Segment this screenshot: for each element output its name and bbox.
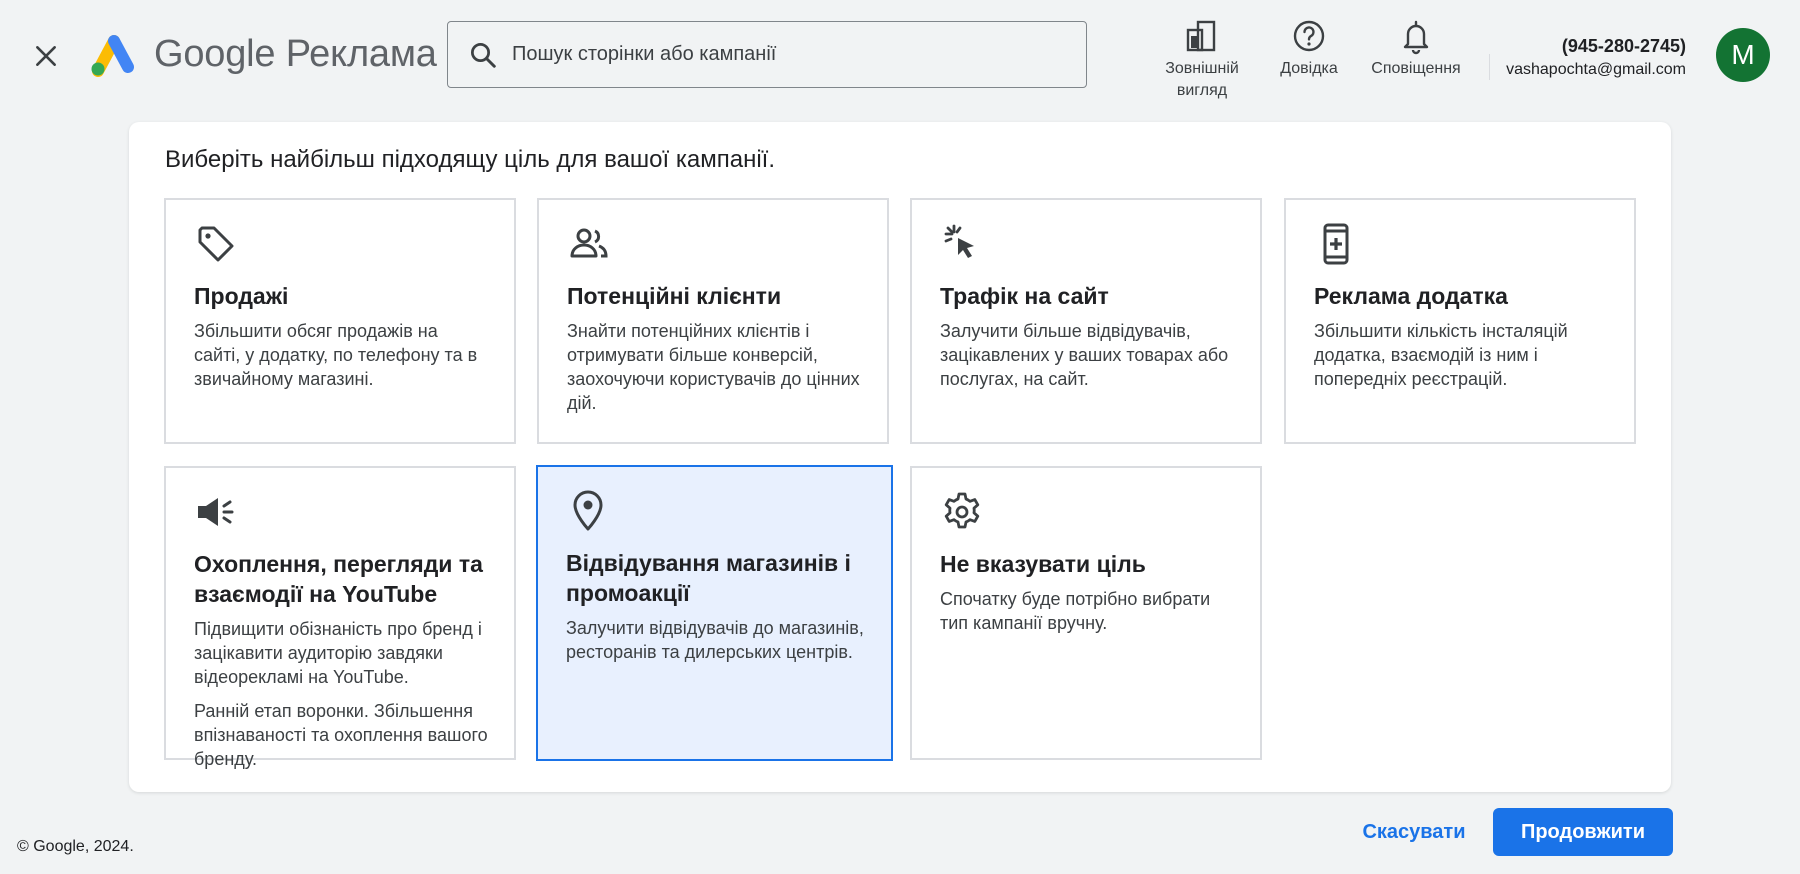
goal-tile-app-promotion[interactable]: Реклама додатка Збільшити кількість інст… [1284, 198, 1636, 444]
logo-text: Google Реклама [154, 33, 437, 76]
goal-description-extra: Ранній етап воронки. Збільшення впізнава… [194, 701, 488, 769]
account-email: vashapochta@gmail.com [1506, 61, 1686, 78]
goal-description: Збільшити кількість інсталяцій додатка, … [1314, 321, 1568, 389]
logo-brand: Google [154, 32, 276, 75]
help-button[interactable]: Довідка [1272, 16, 1346, 80]
copyright: © Google, 2024. [17, 838, 134, 855]
goal-description: Спочатку буде потрібно вибрати тип кампа… [940, 589, 1211, 633]
account-info[interactable]: (945-280-2745) vashapochta@gmail.com [1506, 34, 1686, 82]
tag-icon [198, 226, 234, 262]
goal-title: Охоплення, перегляди та взаємодії на You… [194, 551, 483, 607]
goal-tile-no-goal[interactable]: Не вказувати ціль Спочатку буде потрібно… [910, 466, 1262, 760]
avatar[interactable]: M [1716, 28, 1770, 82]
gear-icon [944, 492, 980, 529]
help-label: Довідка [1280, 60, 1338, 77]
help-icon [1293, 20, 1325, 52]
notifications-button[interactable]: Сповіщення [1366, 16, 1466, 80]
bell-icon [1403, 20, 1429, 55]
goal-title: Відвідування магазинів і промоакції [566, 550, 851, 606]
people-icon [570, 228, 608, 258]
goal-title: Потенційні клієнти [567, 283, 782, 309]
logo-product: Реклама [285, 32, 437, 75]
megaphone-icon [198, 498, 234, 526]
top-bar: Google Реклама Зовнішній вигляд Довідка [0, 0, 1800, 110]
goal-description: Залучити відвідувачів до магазинів, рест… [566, 618, 864, 662]
phone-app-icon [1323, 223, 1349, 265]
search-icon [471, 42, 496, 68]
close-button[interactable] [28, 38, 64, 74]
goal-title: Не вказувати ціль [940, 551, 1146, 577]
goal-title: Трафік на сайт [940, 283, 1109, 309]
search-box[interactable] [447, 21, 1087, 88]
cursor-click-icon [944, 224, 974, 258]
goal-description: Збільшити обсяг продажів на сайті, у дод… [194, 321, 478, 389]
goal-selection-card: Виберіть найбільш підходящу ціль для ваш… [129, 122, 1671, 792]
goal-tile-leads[interactable]: Потенційні клієнти Знайти потенційних кл… [537, 198, 889, 444]
goal-description: Залучити більше відвідувачів, зацікавлен… [940, 321, 1229, 389]
continue-button[interactable]: Продовжити [1493, 808, 1673, 856]
goal-title: Реклама додатка [1314, 283, 1508, 309]
location-pin-icon [573, 490, 603, 531]
notifications-label: Сповіщення [1371, 60, 1461, 77]
goal-tile-sales[interactable]: Продажі Збільшити обсяг продажів на сайт… [164, 198, 516, 444]
account-phone: (945-280-2745) [1561, 36, 1686, 56]
goal-description: Підвищити обізнаність про бренд і заціка… [194, 619, 482, 687]
appearance-button[interactable]: Зовнішній вигляд [1160, 16, 1244, 102]
appearance-label: Зовнішній вигляд [1165, 60, 1239, 99]
goal-tile-youtube-reach[interactable]: Охоплення, перегляди та взаємодії на You… [164, 466, 516, 769]
google-ads-logo[interactable]: Google Реклама [88, 30, 437, 78]
goal-tile-store-visits[interactable]: Відвідування магазинів і промоакції Залу… [536, 465, 893, 761]
header-divider [1489, 54, 1490, 80]
goal-title: Продажі [194, 283, 289, 309]
google-ads-logo-icon [91, 35, 134, 77]
page-title: Виберіть найбільш підходящу ціль для ваш… [165, 146, 775, 173]
appearance-icon [1186, 20, 1216, 52]
cancel-button[interactable]: Скасувати [1346, 808, 1482, 856]
search-input[interactable] [512, 43, 1052, 66]
goal-tile-website-traffic[interactable]: Трафік на сайт Залучити більше відвідува… [910, 198, 1262, 444]
goal-description: Знайти потенційних клієнтів і отримувати… [567, 321, 860, 413]
close-icon [36, 46, 56, 66]
